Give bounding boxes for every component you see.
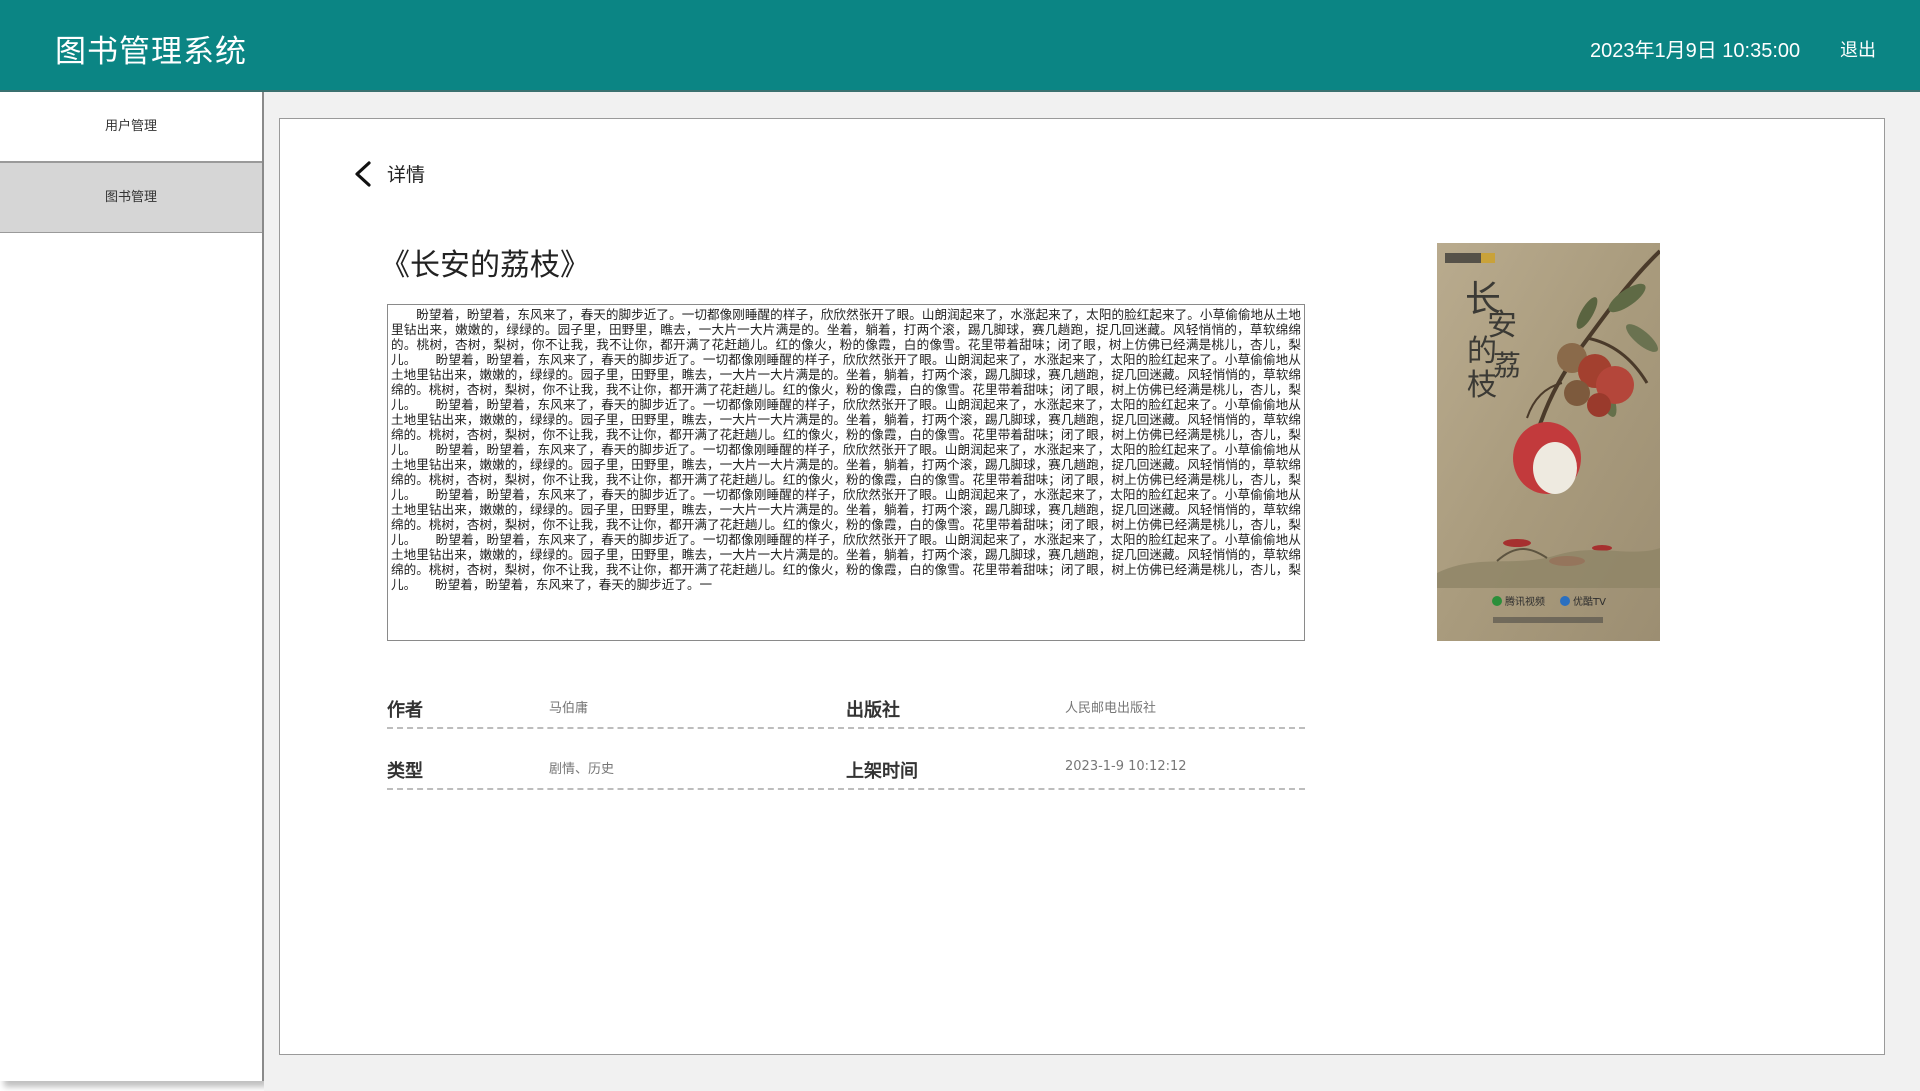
- genre-value: 剧情、历史: [549, 762, 615, 777]
- publisher-value: 人民邮电出版社: [1065, 701, 1157, 716]
- shelf-time-label: 上架时间: [846, 761, 918, 782]
- back-label: 详情: [387, 164, 426, 186]
- chevron-left-icon: [355, 161, 371, 187]
- cover-title-glyph: 枝: [1467, 368, 1497, 403]
- sidebar-item-book-management[interactable]: 图书管理: [0, 162, 262, 233]
- sidebar-item-user-management[interactable]: 用户管理: [0, 92, 262, 162]
- genre-label: 类型: [387, 761, 423, 782]
- sidebar: 用户管理 图书管理: [0, 92, 264, 1081]
- book-description: 盼望着，盼望着，东风来了，春天的脚步近了。一切都像刚睡醒的样子，欣欣然张开了眼。…: [387, 304, 1305, 641]
- top-header: 图书管理系统 2023年1月9日 10:35:00 退出: [0, 0, 1920, 92]
- cover-platform-1: 腾讯视频: [1505, 595, 1545, 608]
- logout-button[interactable]: 退出: [1840, 36, 1876, 62]
- shelf-time-value: 2023-1-9 10:12:12: [1065, 759, 1187, 774]
- divider: [387, 727, 1305, 729]
- book-cover-image: 长 安 的 荔 枝 腾讯视频 优酷TV: [1437, 243, 1660, 641]
- current-datetime: 2023年1月9日 10:35:00: [1590, 40, 1801, 62]
- publisher-label: 出版社: [846, 700, 900, 721]
- author-value: 马伯庸: [549, 701, 589, 716]
- app-title: 图书管理系统: [55, 34, 247, 70]
- cover-platform-2: 优酷TV: [1573, 595, 1606, 608]
- book-title: 《长安的荔枝》: [380, 248, 590, 283]
- divider: [387, 788, 1305, 790]
- author-label: 作者: [387, 700, 423, 721]
- cover-title-glyph: 荔: [1493, 349, 1521, 382]
